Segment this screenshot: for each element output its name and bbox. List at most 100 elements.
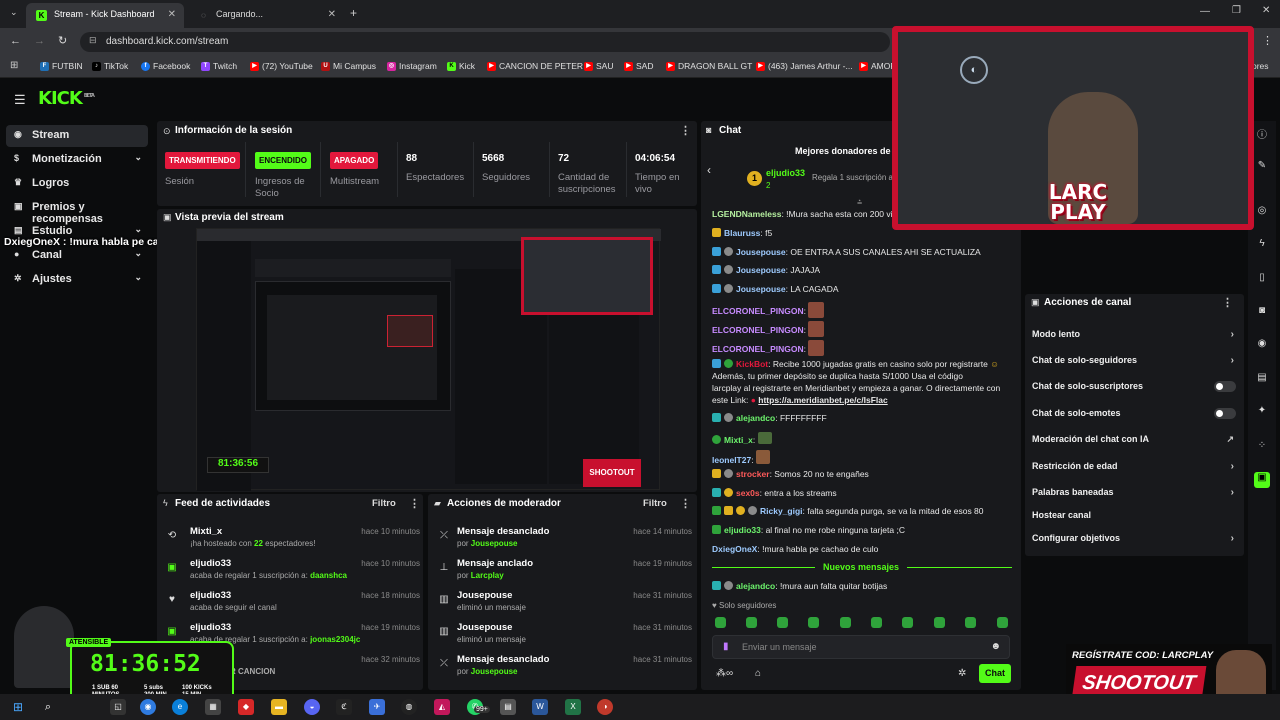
action-restriccion-edad[interactable]: Restricción de edad ›	[1032, 461, 1242, 479]
action-palabras-baneadas[interactable]: Palabras baneadas ›	[1032, 487, 1242, 505]
browser-menu-icon[interactable]: ⋮	[1262, 34, 1273, 47]
close-tab-icon[interactable]: ✕	[328, 9, 336, 20]
forward-icon[interactable]: →	[34, 35, 45, 47]
bookmark-twitch[interactable]: T Twitch	[201, 61, 237, 71]
users-icon[interactable]: ⁘	[1254, 440, 1270, 456]
bookmark-youtube[interactable]: ▶ (72) YouTube	[250, 61, 313, 71]
document-icon[interactable]: ▯	[1254, 272, 1270, 288]
word-icon[interactable]: W	[532, 699, 548, 715]
emote-icon[interactable]	[934, 617, 945, 628]
sidebar-item-logros[interactable]: ♛ Logros	[6, 173, 148, 195]
bookmark-facebook[interactable]: f Facebook	[141, 61, 190, 71]
chevron-left-icon[interactable]: ‹	[707, 163, 711, 177]
layout-icon[interactable]: ▤	[1254, 372, 1270, 388]
lightning-icon[interactable]: ϟ	[1254, 238, 1270, 254]
sidebar-item-canal[interactable]: ● Canal ⌄	[6, 245, 148, 267]
bookmark-amor[interactable]: ▶ AMOR	[859, 61, 897, 71]
emote-icon[interactable]	[777, 617, 788, 628]
action-hostear-canal[interactable]: Hostear canal	[1032, 510, 1242, 528]
bookmark-cancion-de-peter[interactable]: ▶ CANCION DE PETER	[487, 61, 583, 71]
bookmark-mi-campus[interactable]: U Mi Campus	[321, 61, 376, 71]
game-icon[interactable]: ▣	[1254, 472, 1270, 488]
more-options-icon[interactable]: ⋮	[680, 497, 691, 510]
stream-preview-video[interactable]: 81:36:56 SHOOTOUT	[196, 228, 661, 491]
points-icon[interactable]: ⁂∞	[716, 668, 733, 679]
bookmark-sad[interactable]: ▶ SAD	[624, 61, 653, 71]
more-options-icon[interactable]: ⋮	[680, 124, 691, 137]
windows-start-icon[interactable]: ⊞	[10, 699, 26, 715]
emote-icon[interactable]	[902, 617, 913, 628]
bookmark-futbin[interactable]: F FUTBIN	[40, 61, 83, 71]
sidebar-item-premios[interactable]: ▣ Premios y recompensas	[6, 197, 148, 225]
broadcast-icon[interactable]: ◉	[1254, 338, 1270, 354]
taskbar-app-icon[interactable]: ◱	[110, 699, 126, 715]
store-icon[interactable]: ⌂	[755, 668, 761, 679]
pinned-toggle-icon[interactable]: ⩮	[857, 197, 862, 208]
sidebar-item-monetizacion[interactable]: $ Monetización ⌄	[6, 149, 148, 171]
site-info-icon[interactable]: ⊟	[89, 35, 97, 46]
bookmark-dragon-ball-gt[interactable]: ▶ DRAGON BALL GT	[666, 61, 752, 71]
taskbar-app-icon[interactable]: ◆	[238, 699, 254, 715]
target-icon[interactable]: ◎	[1254, 205, 1270, 221]
chat-bubble-icon[interactable]: ◙	[1254, 305, 1270, 321]
kick-logo[interactable]: KICK BETA	[38, 88, 95, 109]
tab-loading[interactable]: ◌ Cargando... ✕	[188, 3, 344, 28]
bookmark-tiktok[interactable]: ♪ TikTok	[92, 61, 128, 71]
taskbar-app-icon[interactable]: ◑	[597, 699, 613, 715]
chat-input[interactable]: ▮ Enviar un mensaje ☻	[712, 635, 1010, 659]
info-icon[interactable]: ⓘ	[1254, 126, 1270, 142]
hamburger-menu-icon[interactable]: ☰	[14, 92, 26, 108]
new-tab-icon[interactable]: +	[350, 6, 357, 20]
toggle-switch[interactable]	[1214, 381, 1236, 392]
search-icon[interactable]: ⌕	[40, 699, 56, 715]
more-options-icon[interactable]: ⋮	[1222, 296, 1233, 309]
wrench-icon[interactable]: ✦	[1254, 405, 1270, 421]
address-bar[interactable]: ⊟ dashboard.kick.com/stream	[80, 32, 890, 52]
action-solo-suscriptores[interactable]: Chat de solo-suscriptores	[1032, 381, 1242, 399]
obs-icon[interactable]: ◍	[401, 699, 417, 715]
promo-link[interactable]: https://a.meridianbet.pe/c/IsFlac	[758, 395, 887, 405]
close-window-icon[interactable]: ✕	[1262, 5, 1270, 16]
microphone-icon[interactable]: ▮	[723, 641, 729, 652]
toggle-switch[interactable]	[1214, 408, 1236, 419]
action-solo-seguidores[interactable]: Chat de solo-seguidores ›	[1032, 355, 1242, 373]
action-solo-emotes[interactable]: Chat de solo-emotes	[1032, 408, 1242, 426]
apps-grid-icon[interactable]: ⊞	[10, 60, 18, 71]
edge-icon[interactable]: e	[172, 699, 188, 715]
action-modo-lento[interactable]: Modo lento ›	[1032, 329, 1242, 347]
sidebar-item-ajustes[interactable]: ✲ Ajustes ⌄	[6, 269, 148, 291]
bookmark-overflow-text[interactable]: ores	[1252, 61, 1269, 71]
taskbar-app-icon[interactable]: ✈	[369, 699, 385, 715]
emoji-icon[interactable]: ☻	[990, 641, 1001, 652]
emote-icon[interactable]	[965, 617, 976, 628]
action-configurar-objetivos[interactable]: Configurar objetivos ›	[1032, 533, 1242, 551]
action-moderacion-ia[interactable]: Moderación del chat con IA ↗	[1032, 434, 1242, 452]
discord-icon[interactable]: ◒	[304, 699, 320, 715]
bookmark-kick[interactable]: K Kick	[447, 61, 475, 71]
tab-kick-dashboard[interactable]: K Stream - Kick Dashboard ✕	[26, 3, 184, 28]
top-donor-name[interactable]: eljudio33	[766, 168, 805, 178]
emote-icon[interactable]	[997, 617, 1008, 628]
bookmark-instagram[interactable]: ◎ Instagram	[387, 61, 437, 71]
taskbar-app-icon[interactable]: ◭	[434, 699, 450, 715]
more-options-icon[interactable]: ⋮	[409, 497, 420, 510]
excel-icon[interactable]: X	[565, 699, 581, 715]
emote-icon[interactable]	[746, 617, 757, 628]
emote-icon[interactable]	[871, 617, 882, 628]
file-explorer-icon[interactable]: ▬	[271, 699, 287, 715]
send-chat-button[interactable]: Chat	[979, 664, 1011, 683]
sidebar-item-stream[interactable]: ◉ Stream	[6, 125, 148, 147]
feed-filter-button[interactable]: Filtro	[372, 498, 396, 509]
close-tab-icon[interactable]: ✕	[168, 9, 176, 20]
edit-icon[interactable]: ✎	[1254, 160, 1270, 176]
minimize-icon[interactable]: —	[1200, 6, 1210, 17]
maximize-icon[interactable]: ❐	[1232, 5, 1241, 16]
bookmark-sau[interactable]: ▶ SAU	[584, 61, 613, 71]
mod-filter-button[interactable]: Filtro	[643, 498, 667, 509]
tab-list-icon[interactable]: ⌄	[10, 7, 18, 18]
emote-icon[interactable]	[715, 617, 726, 628]
chrome-icon[interactable]: ◉	[140, 699, 156, 715]
reload-icon[interactable]: ↻	[58, 34, 67, 47]
taskbar-app-icon[interactable]: ▦	[205, 699, 221, 715]
calculator-icon[interactable]: ▤	[500, 699, 516, 715]
